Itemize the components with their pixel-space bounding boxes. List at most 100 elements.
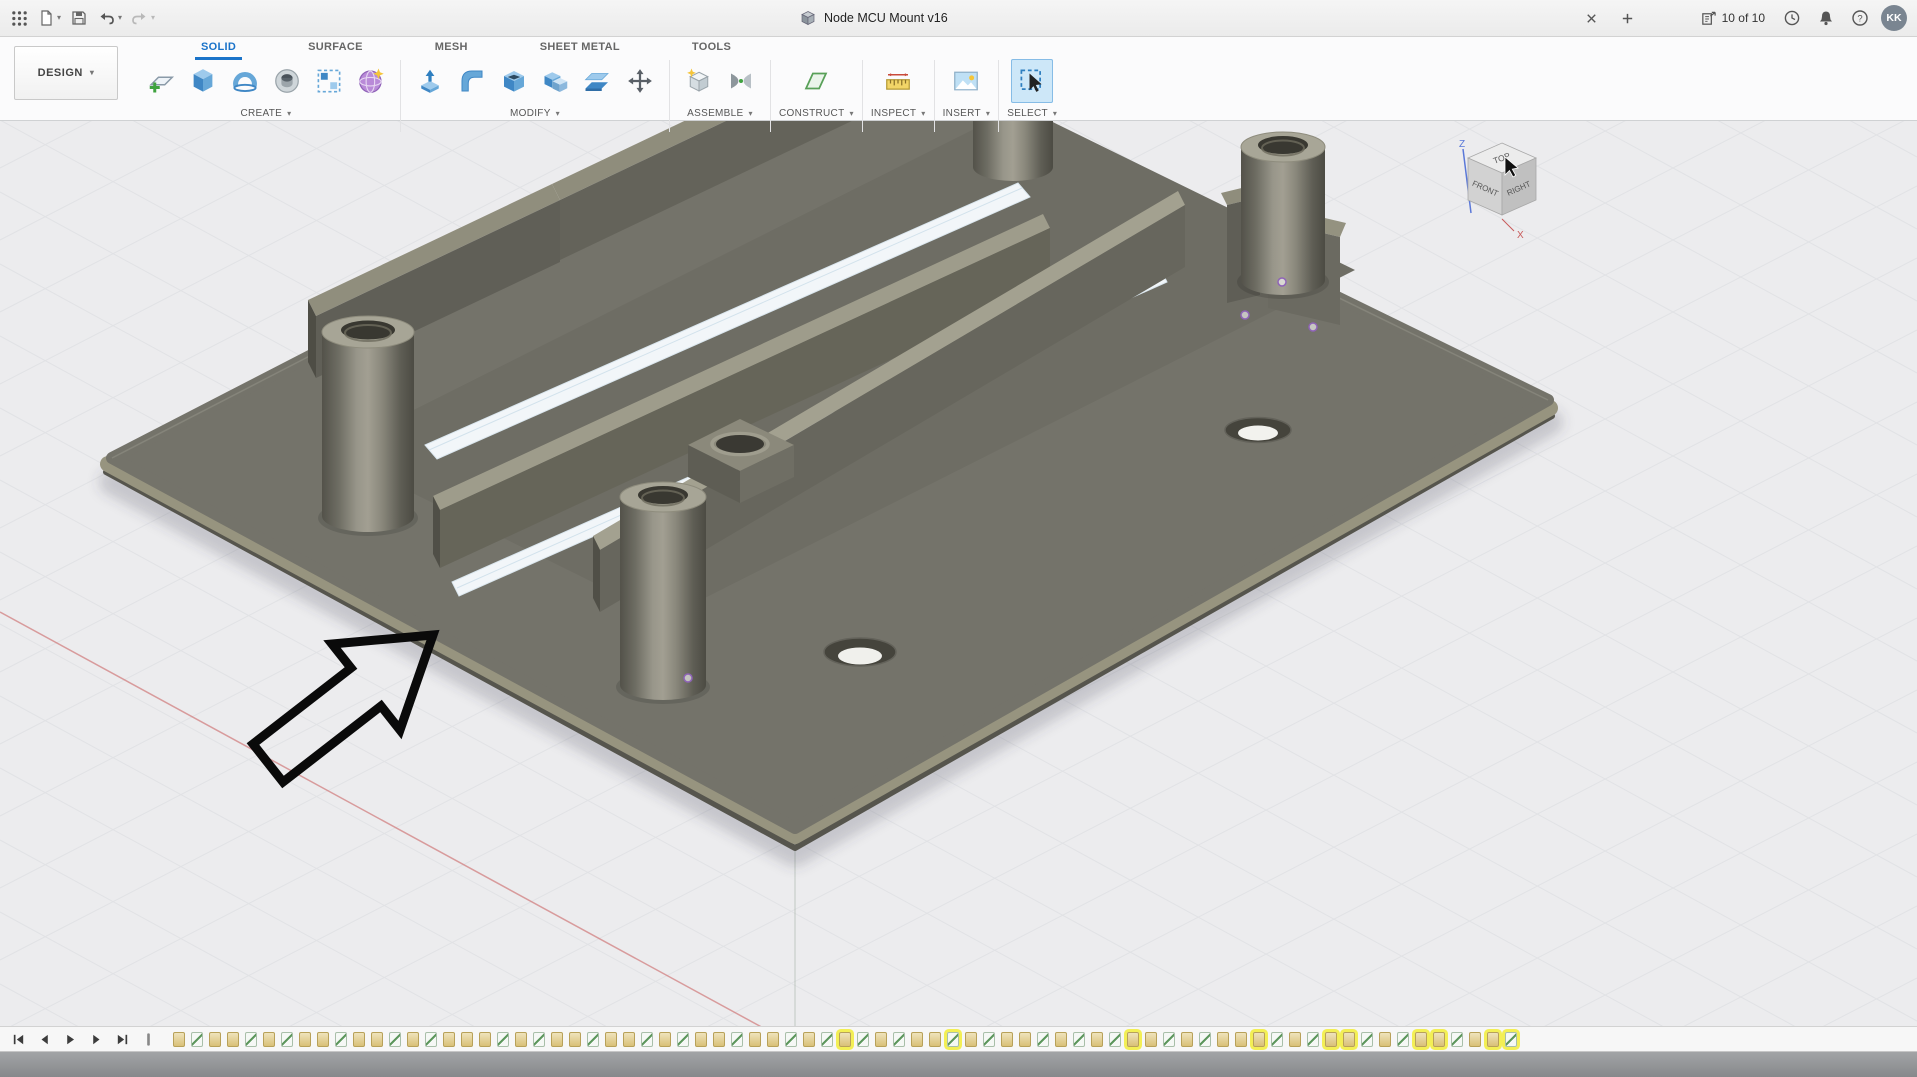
new-tab-button[interactable] <box>1614 4 1640 32</box>
tool-rectangular-pattern-button[interactable] <box>308 59 350 103</box>
viewcube[interactable]: Z TOP FRONT RIGHT X <box>1459 139 1536 241</box>
app-menu-button[interactable] <box>6 4 32 32</box>
tool-select-button[interactable] <box>1011 59 1053 103</box>
timeline-sketch-feature[interactable] <box>1505 1032 1517 1047</box>
help-button[interactable]: ? <box>1847 4 1873 32</box>
undo-button[interactable]: ▾ <box>94 4 125 32</box>
timeline-sketch-feature[interactable] <box>947 1032 959 1047</box>
group-select-label[interactable]: SELECT▾ <box>1007 108 1057 119</box>
tool-move-button[interactable] <box>619 59 661 103</box>
file-menu-button[interactable]: ▾ <box>34 4 64 32</box>
timeline-feature[interactable] <box>1091 1032 1103 1047</box>
workspace-selector[interactable]: DESIGN ▾ <box>14 46 118 100</box>
timeline-feature[interactable] <box>1181 1032 1193 1047</box>
timeline-sketch-feature[interactable] <box>1307 1032 1319 1047</box>
timeline-sketch-feature[interactable] <box>1397 1032 1409 1047</box>
tab-sheet-metal[interactable]: SHEET METAL <box>504 36 656 60</box>
timeline-sketch-feature[interactable] <box>245 1032 257 1047</box>
timeline-feature[interactable] <box>1433 1032 1445 1047</box>
timeline-sketch-feature[interactable] <box>1163 1032 1175 1047</box>
tool-insert-image-button[interactable] <box>945 59 987 103</box>
timeline-feature[interactable] <box>173 1032 185 1047</box>
timeline-feature[interactable] <box>1487 1032 1499 1047</box>
timeline-sketch-feature[interactable] <box>533 1032 545 1047</box>
notifications-button[interactable] <box>1813 4 1839 32</box>
timeline-feature[interactable] <box>1343 1032 1355 1047</box>
timeline-step-back-button[interactable] <box>36 1031 53 1048</box>
tool-press-pull-button[interactable] <box>409 59 451 103</box>
timeline-feature[interactable] <box>749 1032 761 1047</box>
tab-solid[interactable]: SOLID <box>165 36 272 60</box>
timeline-feature[interactable] <box>1217 1032 1229 1047</box>
timeline-feature[interactable] <box>623 1032 635 1047</box>
timeline-sketch-feature[interactable] <box>335 1032 347 1047</box>
tool-shell-button[interactable] <box>493 59 535 103</box>
timeline-feature[interactable] <box>767 1032 779 1047</box>
timeline-skip-end-button[interactable] <box>114 1031 131 1048</box>
timeline-sketch-feature[interactable] <box>389 1032 401 1047</box>
viewport[interactable]: Z TOP FRONT RIGHT X <box>0 120 1917 1026</box>
timeline-sketch-feature[interactable] <box>497 1032 509 1047</box>
timeline-sketch-feature[interactable] <box>641 1032 653 1047</box>
tool-construction-plane-button[interactable] <box>795 59 837 103</box>
timeline-sketch-feature[interactable] <box>857 1032 869 1047</box>
recent-activity-button[interactable] <box>1779 4 1805 32</box>
timeline-feature[interactable] <box>1325 1032 1337 1047</box>
timeline-feature[interactable] <box>1379 1032 1391 1047</box>
group-modify-label[interactable]: MODIFY▾ <box>510 108 560 119</box>
tab-surface[interactable]: SURFACE <box>272 36 399 60</box>
timeline-feature[interactable] <box>659 1032 671 1047</box>
timeline-sketch-feature[interactable] <box>893 1032 905 1047</box>
timeline-feature[interactable] <box>1415 1032 1427 1047</box>
timeline-sketch-feature[interactable] <box>1361 1032 1373 1047</box>
tool-measure-button[interactable] <box>877 59 919 103</box>
user-avatar[interactable]: KK <box>1881 5 1907 31</box>
model-nodemcu-mount[interactable] <box>106 120 1552 854</box>
group-construct-label[interactable]: CONSTRUCT▾ <box>779 108 854 119</box>
timeline-feature[interactable] <box>605 1032 617 1047</box>
timeline-sketch-feature[interactable] <box>1109 1032 1121 1047</box>
close-tab-button[interactable] <box>1578 4 1604 32</box>
timeline-feature[interactable] <box>227 1032 239 1047</box>
timeline-feature[interactable] <box>1001 1032 1013 1047</box>
tool-offset-face-button[interactable] <box>577 59 619 103</box>
timeline-skip-start-button[interactable] <box>10 1031 27 1048</box>
timeline-feature[interactable] <box>1055 1032 1067 1047</box>
timeline-sketch-feature[interactable] <box>1199 1032 1211 1047</box>
timeline-feature[interactable] <box>803 1032 815 1047</box>
tool-new-component-button[interactable] <box>678 59 720 103</box>
redo-button[interactable]: ▾ <box>127 4 158 32</box>
timeline-feature[interactable] <box>1253 1032 1265 1047</box>
tab-tools[interactable]: TOOLS <box>656 36 767 60</box>
timeline-feature[interactable] <box>551 1032 563 1047</box>
tool-extrude-button[interactable] <box>182 59 224 103</box>
timeline-feature[interactable] <box>1019 1032 1031 1047</box>
job-status-button[interactable]: 10 of 10 <box>1694 9 1771 28</box>
timeline-position-marker-button[interactable] <box>140 1031 157 1048</box>
document-tab[interactable]: Node MCU Mount v16 <box>800 0 948 36</box>
timeline-feature[interactable] <box>713 1032 725 1047</box>
tab-mesh[interactable]: MESH <box>399 36 504 60</box>
timeline-feature[interactable] <box>209 1032 221 1047</box>
timeline-step-forward-button[interactable] <box>88 1031 105 1048</box>
timeline-sketch-feature[interactable] <box>677 1032 689 1047</box>
tool-create-sketch-button[interactable] <box>140 59 182 103</box>
save-button[interactable] <box>66 4 92 32</box>
timeline-feature[interactable] <box>929 1032 941 1047</box>
timeline-sketch-feature[interactable] <box>1451 1032 1463 1047</box>
timeline-feature[interactable] <box>1235 1032 1247 1047</box>
tool-revolve-button[interactable] <box>224 59 266 103</box>
group-assemble-label[interactable]: ASSEMBLE▾ <box>687 108 753 119</box>
tool-create-form-button[interactable] <box>350 59 392 103</box>
timeline-sketch-feature[interactable] <box>425 1032 437 1047</box>
timeline-feature[interactable] <box>1127 1032 1139 1047</box>
group-inspect-label[interactable]: INSPECT▾ <box>871 108 926 119</box>
timeline-feature[interactable] <box>479 1032 491 1047</box>
group-create-label[interactable]: CREATE▾ <box>241 108 292 119</box>
timeline-feature[interactable] <box>317 1032 329 1047</box>
timeline-feature[interactable] <box>875 1032 887 1047</box>
timeline-sketch-feature[interactable] <box>281 1032 293 1047</box>
timeline-feature[interactable] <box>1145 1032 1157 1047</box>
timeline-feature[interactable] <box>461 1032 473 1047</box>
tool-combine-button[interactable] <box>535 59 577 103</box>
